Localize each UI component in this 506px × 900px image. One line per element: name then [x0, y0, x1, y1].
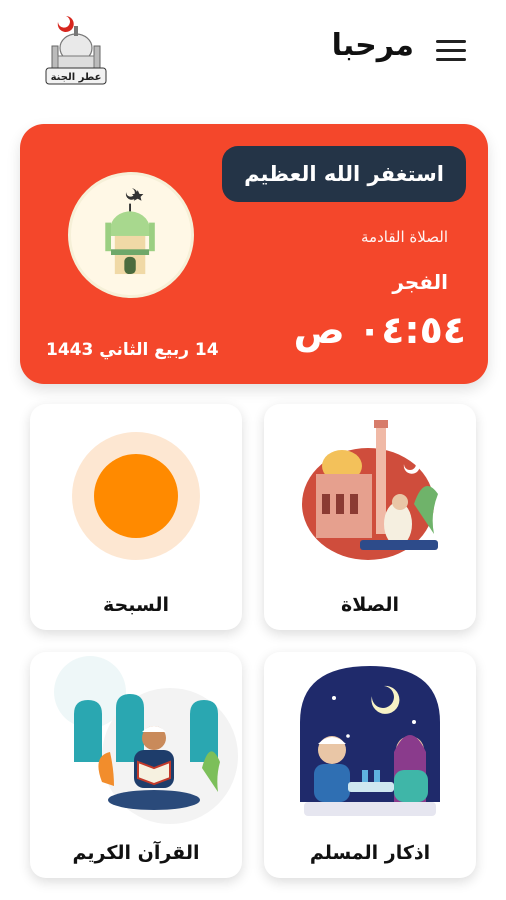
adhkar-illustration: [300, 666, 440, 816]
menu-icon[interactable]: [436, 40, 466, 62]
subha-tile[interactable]: السبحة: [30, 404, 242, 630]
next-prayer-card: استغفر الله العظيم الصلاة القادمة الفجر …: [20, 124, 488, 384]
next-prayer-time: ٠٤:٥٤ ص: [293, 308, 466, 352]
app-logo: عطر الجنة: [45, 16, 107, 85]
app-header: مرحبا عطر الجنة: [0, 0, 506, 110]
subha-counter-icon: [72, 432, 200, 560]
prayer-tile[interactable]: الصلاة: [264, 404, 476, 630]
adhkar-tile-label: اذكار المسلم: [309, 842, 431, 864]
quran-tile-label: القرآن الكريم: [72, 842, 200, 864]
quran-tile[interactable]: القرآن الكريم: [30, 652, 242, 878]
greeting-title: مرحبا: [331, 28, 414, 63]
subha-tile-label: السبحة: [103, 594, 169, 616]
next-prayer-label: الصلاة القادمة: [361, 228, 448, 246]
adhkar-tile[interactable]: اذكار المسلم: [264, 652, 476, 878]
next-prayer-name: الفجر: [392, 270, 448, 294]
mosque-prayer-illustration: [302, 420, 438, 560]
mosque-icon: [68, 172, 194, 298]
prayer-tile-label: الصلاة: [340, 594, 399, 616]
quran-reader-illustration: [54, 656, 238, 824]
hijri-date: 14 ربيع الثاني 1443: [46, 340, 219, 360]
dhikr-banner[interactable]: استغفر الله العظيم: [222, 146, 466, 202]
svg-text:عطر الجنة: عطر الجنة: [51, 72, 102, 83]
